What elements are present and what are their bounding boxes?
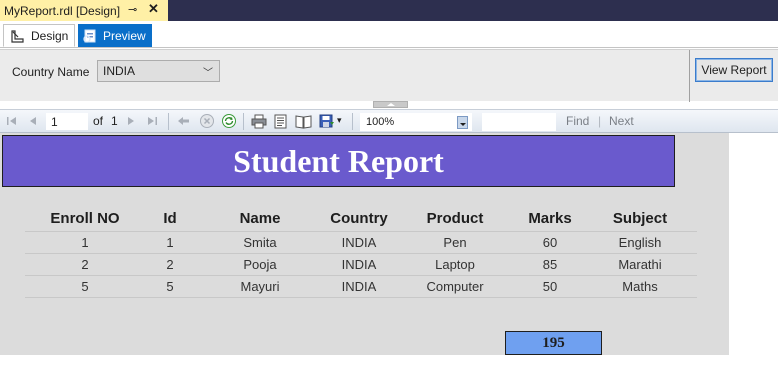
- toolbar-separator: [243, 113, 244, 130]
- find-separator: |: [598, 114, 602, 128]
- zoom-select[interactable]: 100%: [360, 113, 472, 131]
- column-header: Product: [393, 207, 517, 232]
- table-row: 1 1 Smita INDIA Pen 60 English: [25, 231, 697, 254]
- report-table: Enroll NO Id Name Country Product Marks …: [25, 207, 697, 298]
- report-canvas: Student Report Enroll NO Id Name Country…: [0, 133, 729, 355]
- table-row: 2 2 Pooja INDIA Laptop 85 Marathi: [25, 253, 697, 276]
- document-tab[interactable]: MyReport.rdl [Design] ⊸ ✕: [0, 0, 168, 21]
- table-cell: Pen: [393, 231, 517, 254]
- column-header: Country: [325, 207, 393, 232]
- table-cell: Pooja: [195, 253, 325, 276]
- table-cell: Computer: [393, 275, 517, 298]
- chevron-down-icon: [457, 116, 468, 129]
- view-tabs: Design Preview: [0, 21, 778, 48]
- first-page-icon[interactable]: [6, 115, 18, 127]
- table-cell: 1: [145, 231, 195, 254]
- previous-page-icon[interactable]: [27, 115, 39, 127]
- column-header: Subject: [583, 207, 697, 232]
- column-header: Marks: [517, 207, 583, 232]
- tab-design[interactable]: Design: [3, 24, 75, 47]
- document-tab-title: MyReport.rdl [Design]: [4, 3, 121, 18]
- table-cell: 5: [145, 275, 195, 298]
- table-cell: 2: [145, 253, 195, 276]
- table-cell: INDIA: [325, 275, 393, 298]
- tab-design-label: Design: [31, 28, 69, 43]
- document-tab-strip: MyReport.rdl [Design] ⊸ ✕: [0, 0, 778, 21]
- collapse-parameters-handle[interactable]: [373, 101, 408, 108]
- table-cell: 50: [517, 275, 583, 298]
- export-dropdown-chevron-icon[interactable]: ▾: [337, 115, 342, 126]
- table-cell: Laptop: [393, 253, 517, 276]
- table-cell: Maths: [583, 275, 697, 298]
- table-cell: INDIA: [325, 253, 393, 276]
- table-row: 5 5 Mayuri INDIA Computer 50 Maths: [25, 275, 697, 298]
- view-report-button[interactable]: View Report: [695, 58, 773, 82]
- table-cell: 1: [25, 231, 145, 254]
- column-header: Name: [195, 207, 325, 232]
- country-name-label: Country Name: [12, 65, 90, 79]
- tab-preview-label: Preview: [103, 28, 146, 43]
- tab-preview[interactable]: Preview: [78, 24, 152, 47]
- report-title: Student Report: [233, 142, 444, 179]
- preview-icon: [83, 29, 96, 43]
- next-page-icon[interactable]: [125, 115, 137, 127]
- chevron-down-icon: ﹀: [203, 68, 213, 79]
- table-cell: 5: [25, 275, 145, 298]
- toolbar-separator: [352, 113, 353, 130]
- close-icon[interactable]: ✕: [148, 1, 159, 17]
- print-layout-icon[interactable]: [273, 114, 288, 129]
- page-number-input[interactable]: 1: [46, 113, 88, 130]
- next-link[interactable]: Next: [609, 114, 634, 128]
- marks-total: 195: [505, 331, 602, 355]
- page-of-label: of: [93, 114, 104, 128]
- last-page-icon[interactable]: [146, 115, 158, 127]
- country-name-value: INDIA: [103, 64, 136, 78]
- back-icon[interactable]: [177, 115, 190, 127]
- column-header: Enroll NO: [25, 207, 145, 232]
- page-total: 1: [111, 114, 118, 128]
- country-name-select[interactable]: INDIA ﹀: [97, 60, 220, 82]
- refresh-icon[interactable]: [221, 113, 237, 129]
- pin-icon[interactable]: ⊸: [128, 3, 137, 16]
- table-cell: 2: [25, 253, 145, 276]
- stop-icon[interactable]: [199, 113, 215, 129]
- report-title-box: Student Report: [2, 135, 675, 187]
- table-cell: English: [583, 231, 697, 254]
- export-icon[interactable]: [319, 113, 335, 129]
- table-cell: 60: [517, 231, 583, 254]
- design-icon: [11, 29, 24, 43]
- print-icon[interactable]: [251, 114, 267, 129]
- table-cell: Mayuri: [195, 275, 325, 298]
- page-setup-icon[interactable]: [295, 114, 312, 129]
- report-toolbar: 1 of 1 ▾ 100% Find | Next: [0, 109, 778, 133]
- table-cell: 85: [517, 253, 583, 276]
- table-cell: Marathi: [583, 253, 697, 276]
- parameter-area: Country Name INDIA ﹀ View Report: [0, 49, 778, 102]
- column-header: Id: [145, 207, 195, 232]
- toolbar-separator: [168, 113, 169, 130]
- divider: [689, 50, 690, 102]
- table-cell: INDIA: [325, 231, 393, 254]
- find-link[interactable]: Find: [566, 114, 589, 128]
- zoom-value: 100%: [366, 116, 395, 128]
- table-header-row: Enroll NO Id Name Country Product Marks …: [25, 207, 697, 232]
- table-cell: Smita: [195, 231, 325, 254]
- find-input[interactable]: [482, 113, 556, 131]
